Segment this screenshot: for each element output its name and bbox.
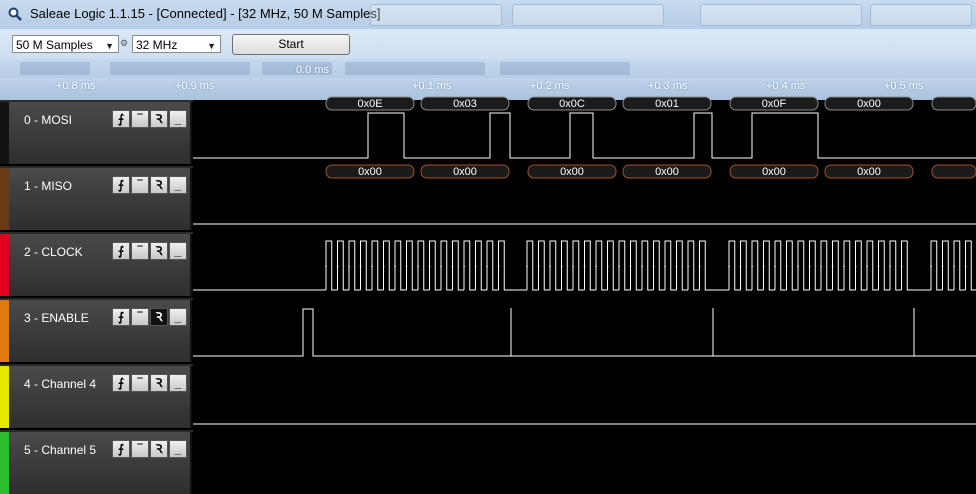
rising-edge-icon[interactable]: ⨍ xyxy=(112,242,130,260)
channel-color-strip xyxy=(0,168,9,230)
rising-edge-icon[interactable]: ⨍ xyxy=(112,440,130,458)
settings-gear-icon: ⚙ xyxy=(120,38,129,48)
high-level-icon[interactable]: ‾ xyxy=(131,374,149,392)
falling-edge-icon[interactable]: Ꝛ xyxy=(150,242,168,260)
waveform-area[interactable] xyxy=(193,430,976,494)
channel-row-channel5: 5 - Channel 5 ⨍ ‾ Ꝛ _ xyxy=(0,430,976,494)
ruler-label: +0.2 ms xyxy=(530,80,570,92)
high-level-icon[interactable]: ‾ xyxy=(131,440,149,458)
ruler-label: +0.4 ms xyxy=(766,80,806,92)
trigger-buttons: ⨍ ‾ Ꝛ _ xyxy=(112,440,187,458)
background-window-tab xyxy=(512,4,664,26)
background-window-tab xyxy=(870,4,972,26)
channel-panel[interactable]: 1 - MISO ⨍ ‾ Ꝛ _ xyxy=(0,168,192,230)
trigger-buttons: ⨍ ‾ Ꝛ _ xyxy=(112,374,187,392)
ruler-label: +0.3 ms xyxy=(648,80,688,92)
trigger-buttons: ⨍ ‾ Ꝛ _ xyxy=(112,110,187,128)
background-strip xyxy=(0,59,976,78)
title-bar: Saleae Logic 1.1.15 - [Connected] - [32 … xyxy=(0,0,976,30)
high-level-icon[interactable]: ‾ xyxy=(131,242,149,260)
falling-edge-icon[interactable]: Ꝛ xyxy=(150,176,168,194)
ruler-label: +0.9 ms xyxy=(175,80,215,92)
waveform-area[interactable] xyxy=(193,232,976,296)
falling-edge-icon[interactable]: Ꝛ xyxy=(150,374,168,392)
waveform-area[interactable] xyxy=(193,364,976,428)
channel-color-strip xyxy=(0,366,9,428)
low-level-icon[interactable]: _ xyxy=(169,110,187,128)
channel-row-miso: 1 - MISO ⨍ ‾ Ꝛ _ xyxy=(0,166,976,230)
time-ruler[interactable]: +0.8 ms +0.9 ms 0.0 ms +0.1 ms +0.2 ms +… xyxy=(0,64,976,100)
waveform-area[interactable] xyxy=(193,298,976,362)
rising-edge-icon[interactable]: ⨍ xyxy=(112,110,130,128)
channel-panel[interactable]: 3 - ENABLE ⨍ ‾ Ꝛ _ xyxy=(0,300,192,362)
channel-row-enable: 3 - ENABLE ⨍ ‾ Ꝛ _ xyxy=(0,298,976,362)
low-level-icon[interactable]: _ xyxy=(169,374,187,392)
falling-edge-icon[interactable]: Ꝛ xyxy=(150,308,168,326)
high-level-icon[interactable]: ‾ xyxy=(131,308,149,326)
trigger-buttons: ⨍ ‾ Ꝛ _ xyxy=(112,242,187,260)
rising-edge-icon[interactable]: ⨍ xyxy=(112,374,130,392)
trigger-buttons: ⨍ ‾ Ꝛ _ xyxy=(112,308,187,326)
channel-label: 1 - MISO xyxy=(24,179,73,193)
channel-label: 3 - ENABLE xyxy=(24,311,89,325)
low-level-icon[interactable]: _ xyxy=(169,308,187,326)
channel-row-channel4: 4 - Channel 4 ⨍ ‾ Ꝛ _ xyxy=(0,364,976,428)
trigger-buttons: ⨍ ‾ Ꝛ _ xyxy=(112,176,187,194)
sample-rate-select-value: 32 MHz xyxy=(136,38,178,52)
chevron-down-icon: ▼ xyxy=(105,41,114,51)
channel-panel[interactable]: 0 - MOSI ⨍ ‾ Ꝛ _ xyxy=(0,102,192,164)
high-level-icon[interactable]: ‾ xyxy=(131,176,149,194)
channel-panel[interactable]: 5 - Channel 5 ⨍ ‾ Ꝛ _ xyxy=(0,432,192,494)
high-level-icon[interactable]: ‾ xyxy=(131,110,149,128)
channel-label: 0 - MOSI xyxy=(24,113,73,127)
ruler-label: +0.8 ms xyxy=(56,80,96,92)
window-title: Saleae Logic 1.1.15 - [Connected] - [32 … xyxy=(30,6,381,21)
channel-label: 5 - Channel 5 xyxy=(24,443,97,457)
channel-panel[interactable]: 4 - Channel 4 ⨍ ‾ Ꝛ _ xyxy=(0,366,192,428)
channel-color-strip xyxy=(0,432,9,494)
background-window-tab xyxy=(700,4,862,26)
channel-label: 2 - CLOCK xyxy=(24,245,83,259)
ruler-label: +0.1 ms xyxy=(412,80,452,92)
samples-select-value: 50 M Samples xyxy=(16,38,93,52)
low-level-icon[interactable]: _ xyxy=(169,440,187,458)
channel-row-mosi: 0 - MOSI ⨍ ‾ Ꝛ _ xyxy=(0,100,976,164)
toolbar: 50 M Samples ▼ ⚙ 32 MHz ▼ Start xyxy=(0,29,976,59)
samples-select[interactable]: 50 M Samples ▼ xyxy=(12,35,119,53)
channel-label: 4 - Channel 4 xyxy=(24,377,97,391)
channel-row-clock: 2 - CLOCK ⨍ ‾ Ꝛ _ xyxy=(0,232,976,296)
background-window-tab xyxy=(370,4,502,26)
ruler-label-zero: 0.0 ms xyxy=(296,64,330,76)
background-chip xyxy=(500,62,630,75)
waveform-area[interactable] xyxy=(193,166,976,230)
low-level-icon[interactable]: _ xyxy=(169,176,187,194)
start-button[interactable]: Start xyxy=(232,34,350,55)
ruler-label: +0.5 ms xyxy=(884,80,924,92)
falling-edge-icon[interactable]: Ꝛ xyxy=(150,110,168,128)
sample-rate-select[interactable]: 32 MHz ▼ xyxy=(132,35,221,53)
low-level-icon[interactable]: _ xyxy=(169,242,187,260)
channel-color-strip xyxy=(0,234,9,296)
chevron-down-icon: ▼ xyxy=(207,41,216,51)
background-chip xyxy=(110,62,250,75)
magnifier-icon xyxy=(8,7,22,21)
falling-edge-icon[interactable]: Ꝛ xyxy=(150,440,168,458)
channel-panel[interactable]: 2 - CLOCK ⨍ ‾ Ꝛ _ xyxy=(0,234,192,296)
waveform-area[interactable] xyxy=(193,100,976,164)
background-chip xyxy=(20,62,90,75)
rising-edge-icon[interactable]: ⨍ xyxy=(112,308,130,326)
rising-edge-icon[interactable]: ⨍ xyxy=(112,176,130,194)
background-chip xyxy=(345,62,485,75)
channel-color-strip xyxy=(0,102,9,164)
channel-color-strip xyxy=(0,300,9,362)
